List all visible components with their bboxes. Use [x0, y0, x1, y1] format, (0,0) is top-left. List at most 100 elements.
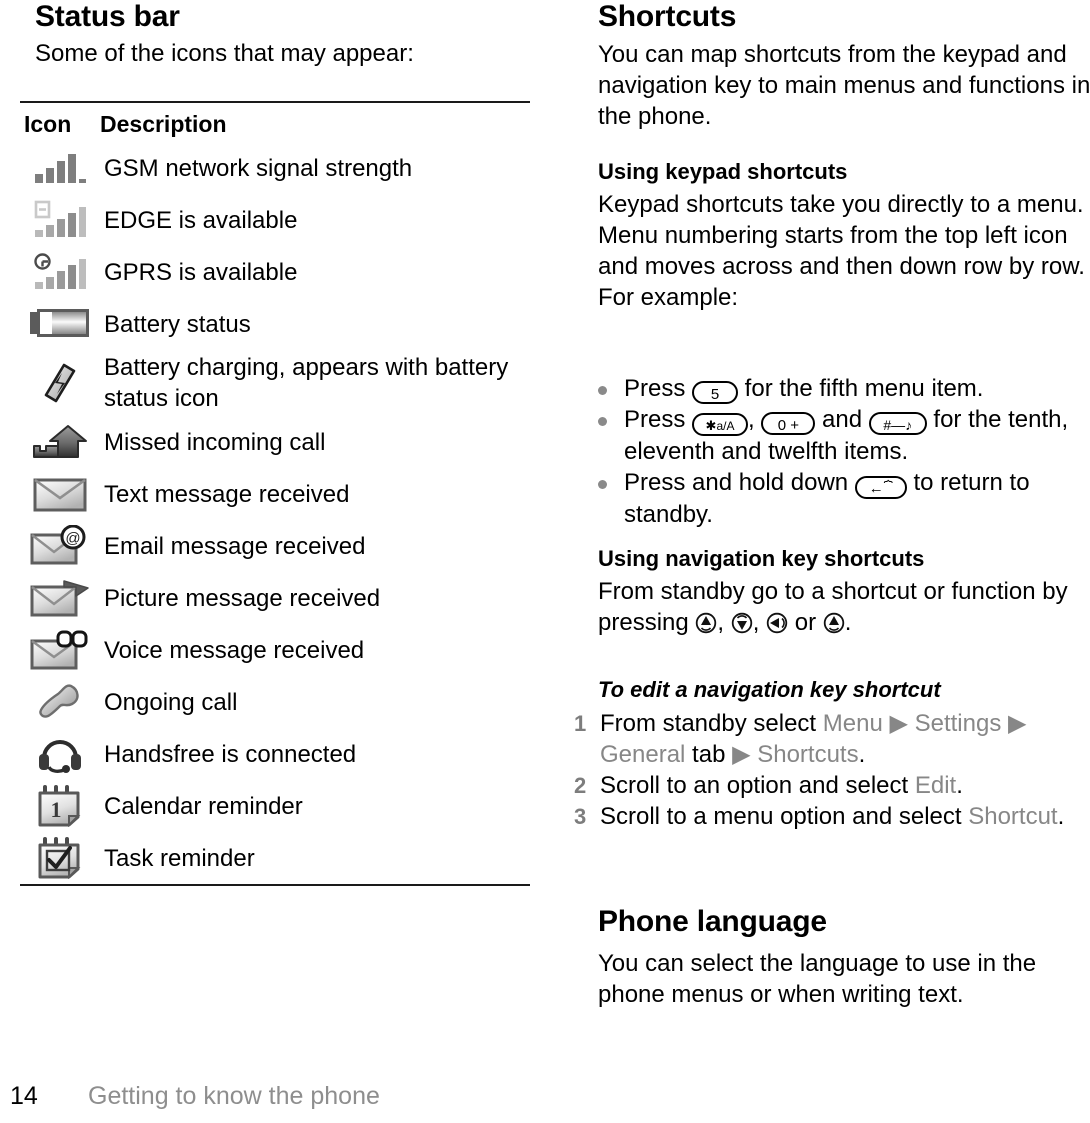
bullet-text-after: for the fifth menu item.: [738, 375, 984, 402]
row-description: EDGE is available: [104, 206, 298, 234]
table-row: @ Email message received: [20, 520, 530, 572]
list-item: Press and hold down ←⏞ to return to stan…: [584, 467, 1090, 530]
phone-language-title: Phone language: [598, 905, 827, 938]
status-bar-section: Status bar Some of the icons that may ap…: [22, 0, 522, 69]
page-number: 14: [10, 1082, 38, 1110]
task-reminder-icon: [38, 837, 81, 879]
list-item: 1 From standby select Menu ▶ Settings ▶ …: [560, 708, 1090, 770]
row-description: Picture message received: [104, 584, 381, 612]
table-row: Ongoing call: [20, 676, 530, 728]
row-description: Email message received: [104, 532, 366, 560]
table-row: Voice message received: [20, 624, 530, 676]
shortcuts-intro: You can map shortcuts from the keypad an…: [598, 41, 1090, 130]
row-description: GPRS is available: [104, 258, 298, 286]
signal-strength-icon: [35, 154, 86, 183]
column-header-icon: Icon: [24, 111, 72, 137]
text-message-icon: [33, 478, 87, 512]
nav-sep-2: ,: [752, 609, 767, 636]
row-description: Task reminder: [104, 844, 255, 872]
step-seg-5: General: [600, 741, 686, 768]
phone-language-body: You can select the language to use in th…: [598, 950, 1037, 1008]
table-row: Battery charging, appears with battery s…: [20, 350, 530, 416]
voice-message-icon: [30, 630, 88, 670]
list-item: Press ✱a/A, 0 + and #—♪ for the tenth, e…: [584, 404, 1090, 467]
step-seg-2: .: [1057, 803, 1065, 830]
table-row: Task reminder: [20, 832, 530, 884]
key-zero-icon: 0 +: [761, 412, 816, 435]
row-description: Calendar reminder: [104, 792, 303, 820]
icon-cell: 1: [20, 785, 100, 827]
step-seg-1: Menu: [822, 710, 883, 737]
nav-up-icon: [696, 612, 717, 634]
table-row: Text message received: [20, 468, 530, 520]
step-number: 2: [574, 773, 587, 798]
row-description: Battery status: [104, 310, 251, 338]
gprs-available-icon: [34, 253, 86, 289]
icon-cell: @: [20, 525, 100, 567]
page-footer: 14 Getting to know the phone: [10, 1082, 710, 1111]
list-item: Press 5 for the fifth menu item.: [584, 373, 1090, 404]
icon-cell: [20, 734, 100, 774]
status-bar-lead: Some of the icons that may appear:: [35, 40, 414, 67]
footer-section-title: Getting to know the phone: [88, 1082, 380, 1110]
nav-left-icon: [766, 612, 788, 634]
table-row: 1 Calendar reminder: [20, 780, 530, 832]
keypad-shortcuts-heading: Using keypad shortcuts: [598, 159, 848, 184]
table-row: Battery status: [20, 298, 530, 350]
nav-sep-3: or: [788, 609, 823, 636]
shortcuts-section: Shortcuts You can map shortcuts from the…: [598, 0, 1090, 132]
navigation-shortcuts-heading: Using navigation key shortcuts: [598, 546, 925, 571]
table-row: Handsfree is connected: [20, 728, 530, 780]
table-header-row: Icon Description: [20, 103, 530, 142]
nav-right-icon: [823, 612, 844, 634]
icon-cell: [20, 200, 100, 240]
step-seg-1: Shortcut: [968, 803, 1058, 830]
icon-cell: [20, 363, 100, 403]
step-seg-0: From standby select: [600, 710, 823, 737]
edge-available-icon: [34, 200, 86, 237]
ongoing-call-icon: [39, 684, 79, 718]
procedure-section: To edit a navigation key shortcut: [598, 676, 1090, 704]
svg-text:@: @: [65, 530, 80, 547]
email-message-icon: @: [30, 525, 86, 565]
nav-body-end: .: [844, 609, 852, 636]
handsfree-icon: [39, 740, 81, 773]
step-seg-2: ▶: [882, 710, 915, 737]
keypad-example-list: Press 5 for the fifth menu item. Press ✱…: [584, 373, 1090, 530]
row-description: Battery charging, appears with battery s…: [104, 354, 509, 412]
nav-sep-1: ,: [717, 609, 731, 636]
bullet-text-0: Press: [624, 406, 693, 433]
bullet-text-1: ,: [748, 406, 762, 433]
procedure-steps: 1 From standby select Menu ▶ Settings ▶ …: [560, 708, 1090, 832]
table-row: Missed incoming call: [20, 416, 530, 468]
step-number: 1: [574, 711, 587, 736]
icon-cell: [20, 475, 100, 513]
bullet-text-2: and: [815, 406, 869, 433]
missed-incoming-call-icon: [33, 425, 87, 458]
icon-cell: [20, 151, 100, 185]
shortcuts-title: Shortcuts: [598, 0, 737, 33]
table-row: GSM network signal strength: [20, 142, 530, 194]
list-item: 3 Scroll to a menu option and select Sho…: [560, 801, 1090, 832]
icon-cell: [20, 252, 100, 292]
row-description: Handsfree is connected: [104, 740, 357, 768]
row-description: Text message received: [104, 480, 350, 508]
row-description: Ongoing call: [104, 688, 238, 716]
table-row: EDGE is available: [20, 194, 530, 246]
picture-message-icon: [30, 580, 89, 617]
battery-status-icon: [30, 309, 89, 337]
navigation-shortcuts-body: From standby go to a shortcut or functio…: [598, 576, 1090, 638]
step-seg-7: ▶: [732, 741, 758, 768]
keypad-shortcuts-section: Using keypad shortcuts Keypad shortcuts …: [598, 158, 1090, 313]
table-row: Picture message received: [20, 572, 530, 624]
row-description: GSM network signal strength: [104, 154, 413, 182]
status-icons-table: Icon Description GSM network signal stre…: [20, 101, 530, 886]
key-5-icon: 5: [692, 381, 739, 404]
list-item: 2 Scroll to an option and select Edit.: [560, 770, 1090, 801]
step-seg-3: Settings: [914, 710, 1002, 737]
table-row: GPRS is available: [20, 246, 530, 298]
procedure-heading: To edit a navigation key shortcut: [598, 677, 941, 702]
phone-language-section: Phone language You can select the langua…: [598, 905, 1090, 1010]
icon-cell: [20, 682, 100, 722]
step-seg-1: Edit: [914, 772, 957, 799]
